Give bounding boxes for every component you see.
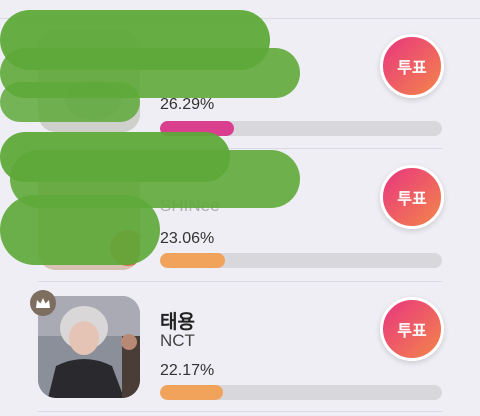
vote-progress-fill bbox=[160, 385, 223, 400]
artist-name: 태용 bbox=[160, 312, 195, 333]
vote-percent: 23.06% bbox=[160, 230, 215, 247]
artist-thumbnail[interactable] bbox=[38, 296, 140, 398]
vote-progress-fill bbox=[160, 253, 226, 268]
redaction-stroke bbox=[0, 195, 160, 265]
vote-progress-bar bbox=[160, 385, 442, 400]
vote-progress-bar bbox=[160, 253, 442, 268]
crown-icon bbox=[30, 290, 56, 316]
vote-button[interactable]: 투표 bbox=[380, 297, 444, 361]
vote-percent: 26.29% bbox=[160, 96, 215, 113]
artist-photo bbox=[38, 296, 140, 398]
redaction-stroke bbox=[0, 82, 140, 122]
vote-button[interactable]: 투표 bbox=[380, 34, 444, 98]
vote-button[interactable]: 투표 bbox=[380, 165, 444, 229]
row-divider bbox=[38, 281, 442, 282]
vote-percent: 22.17% bbox=[160, 362, 215, 379]
artist-group: NCT bbox=[160, 331, 195, 350]
row-divider bbox=[38, 411, 442, 412]
